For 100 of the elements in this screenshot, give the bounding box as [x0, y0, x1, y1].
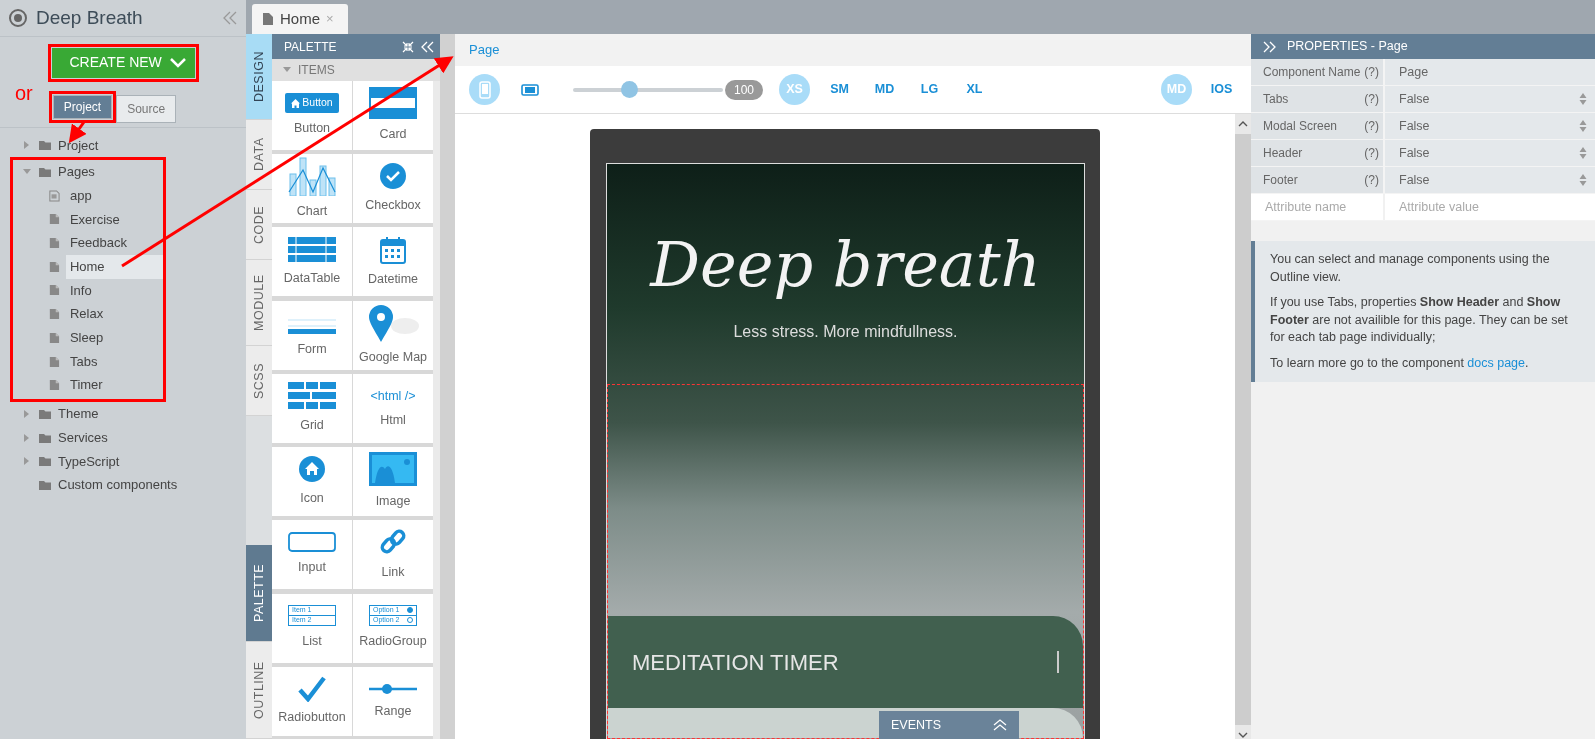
annotation-note: or — [15, 82, 33, 103]
collapse-all-icon[interactable] — [401, 40, 414, 53]
property-select[interactable]: False — [1385, 86, 1595, 112]
property-select[interactable]: False — [1385, 140, 1595, 166]
palette-item[interactable]: Radiobutton — [272, 666, 352, 736]
expand-icon[interactable] — [1263, 40, 1277, 53]
tree-item[interactable]: Tabs — [65, 349, 163, 374]
palette-item[interactable]: Checkbox — [353, 154, 433, 224]
section-title: ITEMS — [298, 62, 335, 79]
sort-arrows-icon — [1579, 147, 1587, 159]
tree-item[interactable]: Feedback — [65, 231, 163, 255]
property-select[interactable]: False — [1385, 113, 1595, 139]
tree-item[interactable]: Services — [58, 427, 108, 448]
zoom-slider[interactable] — [573, 81, 723, 98]
tree-item[interactable]: Home — [65, 255, 163, 279]
phone-view-button[interactable] — [469, 74, 500, 105]
palette-item[interactable]: Chart — [272, 154, 352, 224]
palette-item[interactable]: Card — [353, 81, 433, 150]
palette-item[interactable]: Link — [353, 520, 433, 590]
page-icon — [262, 12, 274, 26]
palette-item[interactable]: Button Button — [272, 81, 352, 150]
page-icon — [49, 378, 60, 393]
text-cursor — [1057, 651, 1059, 673]
palette-item[interactable]: Input — [272, 520, 352, 590]
side-tab[interactable]: SCSS — [246, 346, 272, 416]
page-icon — [49, 236, 60, 251]
tree-item[interactable]: Relax — [65, 302, 163, 326]
sort-arrows-icon — [1579, 120, 1587, 132]
help-link[interactable]: (?) — [1364, 117, 1379, 135]
side-tab[interactable]: PALETTE — [246, 545, 272, 642]
breakpoint-tab[interactable]: XL — [959, 74, 991, 105]
side-tab[interactable]: CODE — [246, 190, 272, 260]
table-icon — [288, 236, 336, 263]
attribute-value-field[interactable]: Attribute value — [1385, 194, 1595, 220]
tree-item[interactable]: Timer — [65, 373, 163, 397]
breakpoint-tab[interactable]: LG — [914, 74, 946, 105]
phone-icon — [478, 80, 491, 99]
palette-item[interactable]: Range — [353, 666, 433, 736]
property-name: Header — [1263, 145, 1303, 162]
create-new-button[interactable]: CREATE NEW — [51, 47, 195, 78]
view-toggle-tab[interactable]: Project — [52, 94, 113, 119]
help-link[interactable]: (?) — [1364, 171, 1379, 189]
help-link[interactable]: (?) — [1364, 90, 1379, 108]
folder-icon — [38, 454, 52, 469]
scrollbar-thumb[interactable] — [1235, 134, 1251, 725]
breakpoint-tab[interactable]: MD — [869, 74, 901, 105]
logo-icon — [8, 8, 28, 28]
tablet-icon — [520, 83, 539, 96]
palette-item[interactable]: <html /> Html — [353, 373, 433, 443]
document-icon — [49, 188, 60, 203]
tree-item[interactable]: Exercise — [65, 207, 163, 232]
tree-item[interactable]: TypeScript — [58, 451, 120, 472]
home-circle-icon — [298, 455, 326, 484]
zoom-reading: 100 — [725, 79, 764, 100]
palette-item[interactable]: DataTable — [272, 227, 352, 297]
attribute-name-field[interactable]: Attribute name — [1251, 194, 1385, 220]
card-title: MEDITATION TIMER — [632, 648, 839, 677]
help-link[interactable]: (?) — [1364, 144, 1379, 162]
tree-item[interactable]: Custom components — [58, 475, 178, 495]
calendar-icon — [380, 235, 406, 264]
page-icon — [49, 212, 60, 227]
palette-item[interactable]: Datetime — [353, 227, 433, 297]
tree-item[interactable]: Pages — [58, 162, 95, 182]
tree-item[interactable]: Info — [65, 278, 163, 303]
info-text: You can select and manage components using the Outline view. — [1270, 251, 1551, 286]
side-tab[interactable]: DESIGN — [246, 34, 272, 120]
page-icon — [49, 259, 60, 274]
checkmark-circle-icon — [379, 162, 407, 191]
side-tab[interactable]: OUTLINE — [246, 642, 272, 739]
scrollbar[interactable] — [440, 34, 455, 739]
palette-item[interactable]: Icon — [272, 447, 352, 517]
scroll-up-icon[interactable] — [1238, 120, 1248, 128]
help-link[interactable]: (?) — [1364, 63, 1379, 81]
platform-tab[interactable]: IOS — [1206, 74, 1237, 105]
info-text: To learn more go to the component docs page. — [1270, 354, 1530, 372]
scroll-down-icon[interactable] — [1238, 731, 1248, 739]
panel-title: PALETTE — [284, 38, 337, 56]
events-panel[interactable]: EVENTS — [879, 711, 1019, 739]
info-text: If you use Tabs, properties Show Header and Show Footer are not availible for this page. They can be set for each tab page individually; — [1270, 294, 1569, 346]
chart-icon — [288, 156, 336, 197]
property-select[interactable]: False — [1385, 167, 1595, 193]
page-icon — [49, 354, 60, 369]
collapse-icon[interactable] — [222, 11, 238, 25]
palette-item[interactable]: Form — [272, 300, 352, 370]
tree-item[interactable]: Project — [58, 135, 99, 156]
tree-item[interactable]: Theme — [58, 404, 99, 424]
view-toggle-tab[interactable]: Source — [116, 94, 177, 123]
palette-item[interactable]: Image — [353, 447, 433, 517]
breakpoint-tab[interactable]: SM — [824, 74, 856, 105]
tree-item[interactable]: Sleep — [65, 326, 163, 350]
grid-icon — [288, 382, 336, 410]
palette-item[interactable]: Google Map — [353, 300, 433, 370]
palette-item[interactable]: Grid — [272, 373, 352, 443]
breadcrumb-link[interactable]: Page — [469, 40, 500, 60]
tree-item[interactable]: app — [65, 183, 163, 208]
expand-icon[interactable] — [993, 719, 1007, 731]
side-tab[interactable]: DATA — [246, 120, 272, 190]
side-tab[interactable]: MODULE — [246, 260, 272, 346]
editor-tab[interactable]: Home × — [252, 4, 348, 34]
property-value: Page — [1399, 63, 1429, 81]
